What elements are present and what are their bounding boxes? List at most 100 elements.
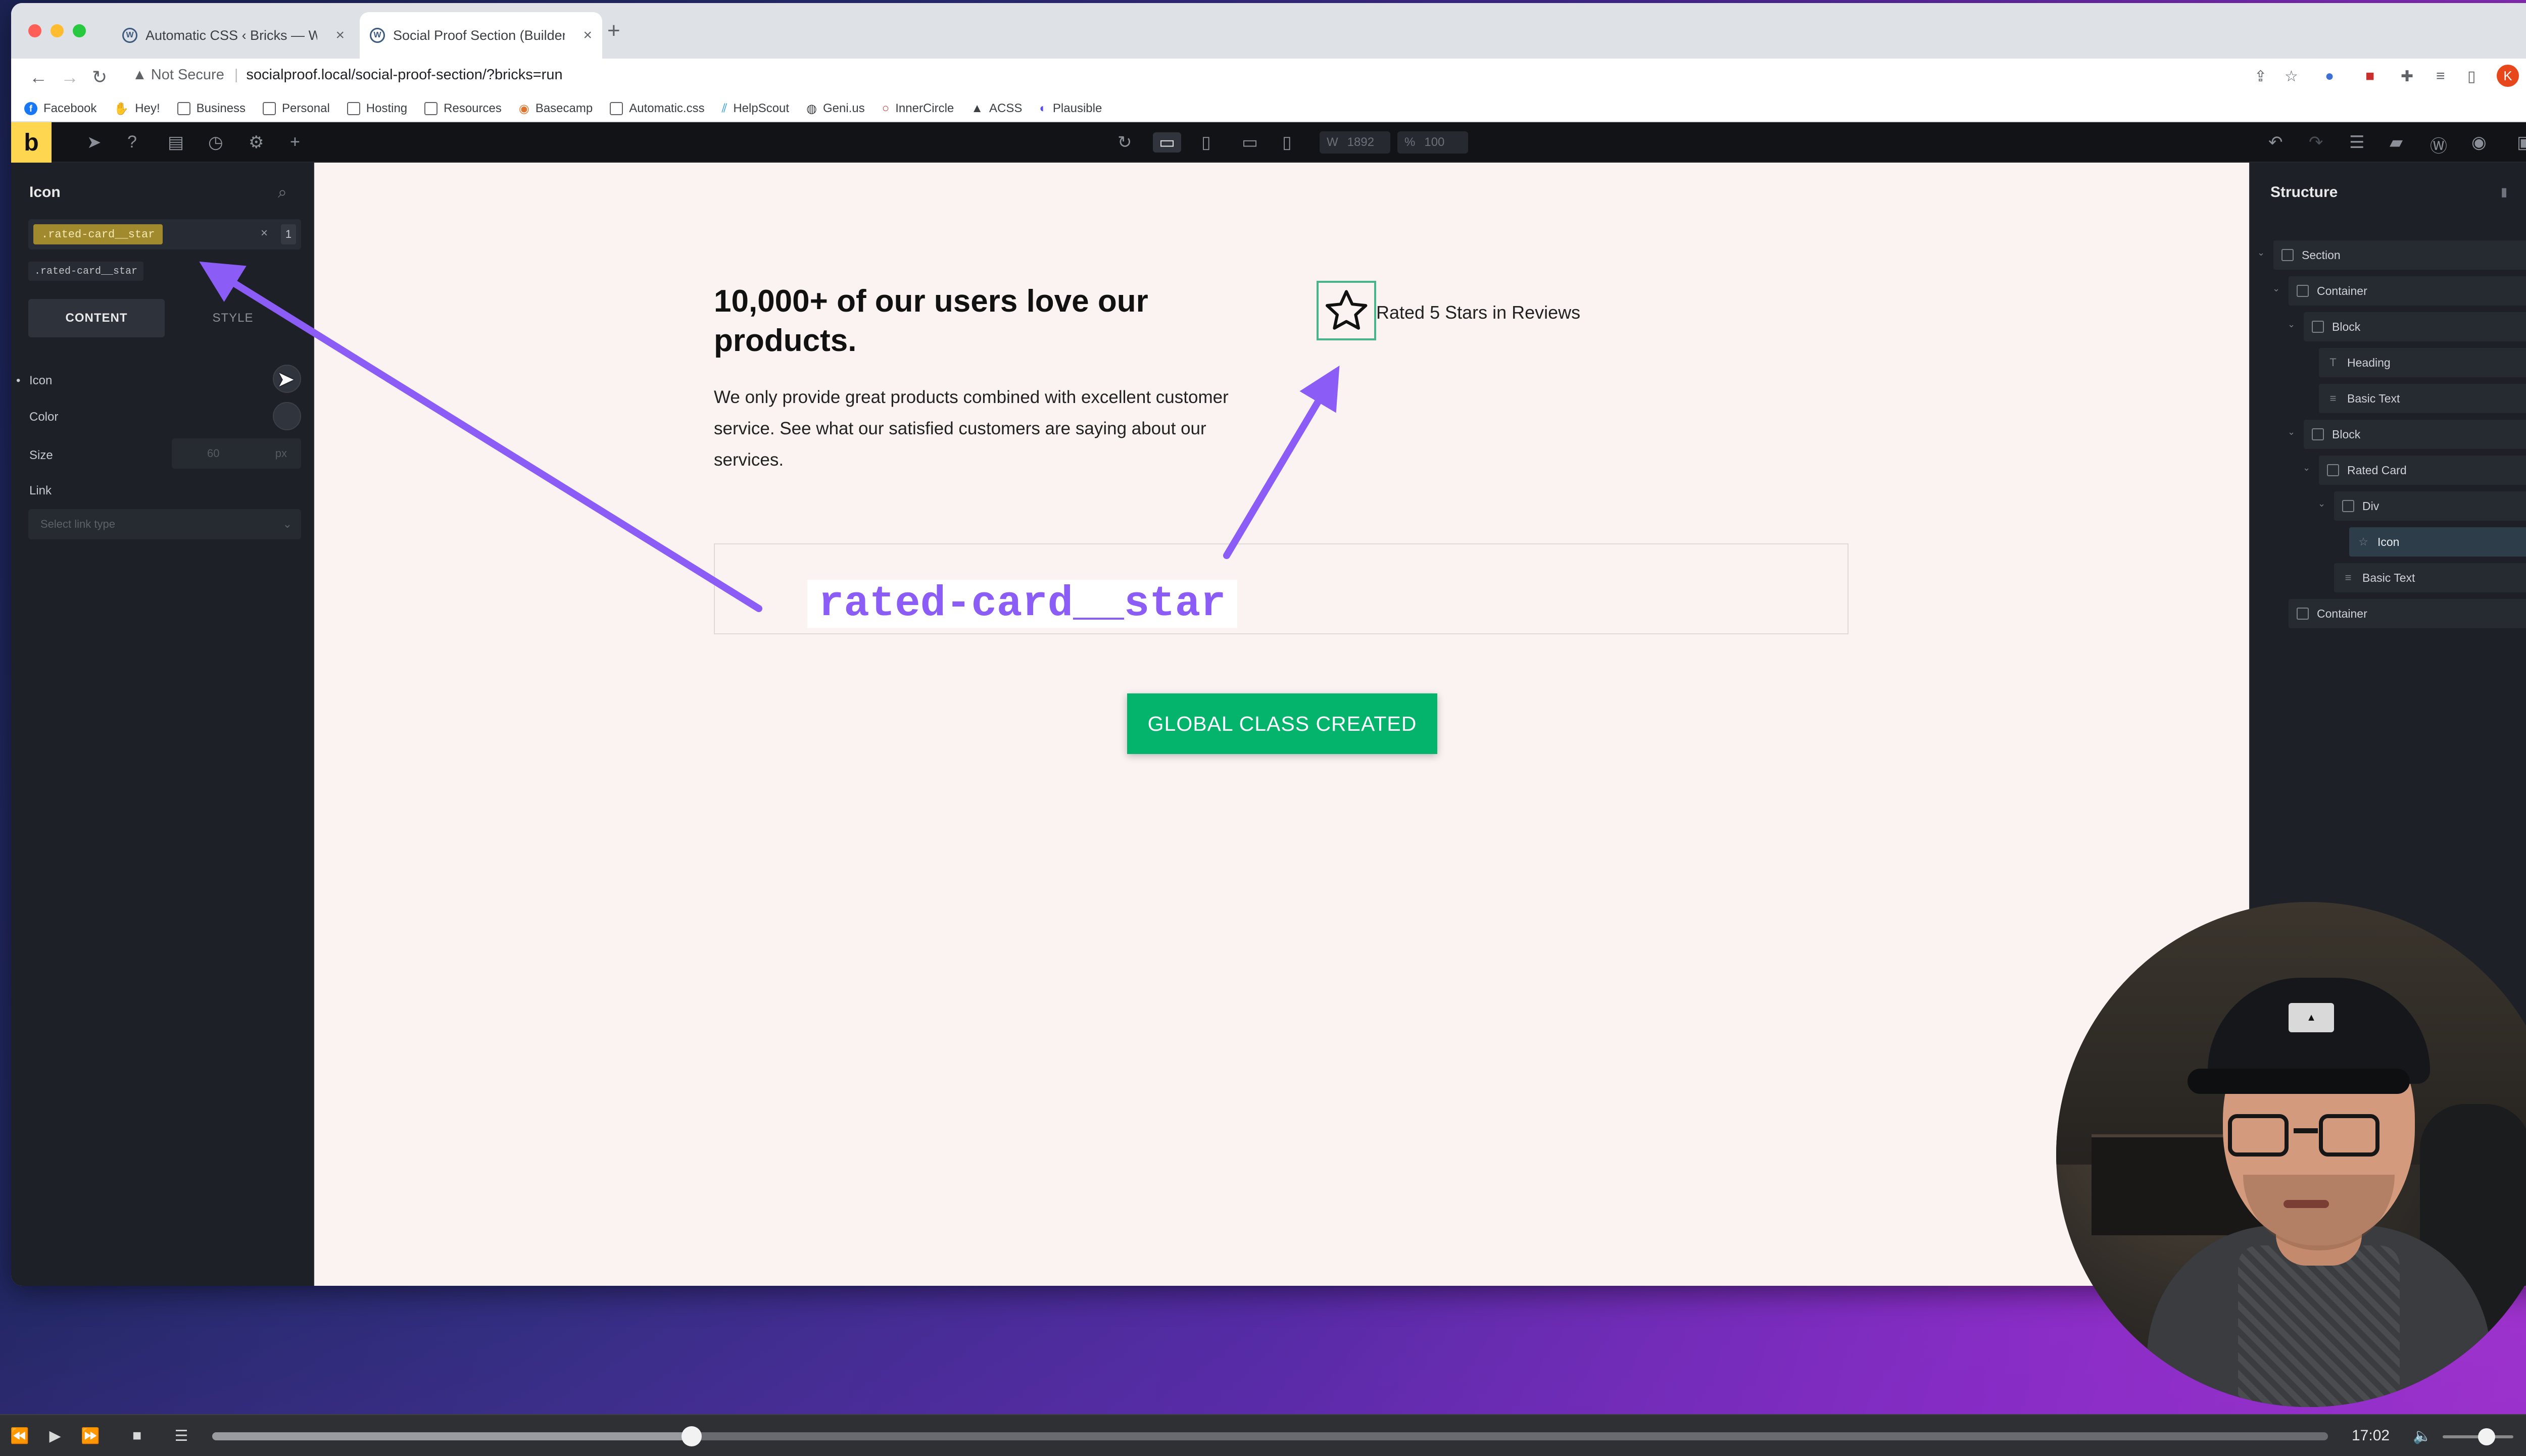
search-icon[interactable]: ⌕ bbox=[278, 183, 287, 202]
chapters-list-icon[interactable]: ☰ bbox=[169, 1423, 194, 1448]
tree-collapse-chevron-icon[interactable]: ⌄ bbox=[2303, 463, 2310, 473]
preview-eye-icon[interactable]: ◉ bbox=[2471, 132, 2487, 153]
refresh-preview-icon[interactable]: ↻ bbox=[1118, 132, 1132, 153]
bricks-logo[interactable]: b bbox=[11, 122, 52, 163]
delete-icon[interactable]: ▮ bbox=[2501, 185, 2507, 199]
cursor-select-icon[interactable]: ➤ bbox=[87, 132, 102, 153]
size-input[interactable]: 60 px bbox=[172, 438, 301, 469]
rated-card-text[interactable]: Rated 5 Stars in Reviews bbox=[1376, 302, 1580, 323]
tab-automatic-css[interactable]: W Automatic CSS ‹ Bricks — Wor × bbox=[112, 12, 355, 59]
canvas-zoom-field[interactable]: % 100 bbox=[1397, 131, 1468, 154]
play-icon[interactable]: ▶ bbox=[42, 1423, 68, 1448]
settings-gear-icon[interactable]: ⚙ bbox=[249, 132, 264, 153]
class-selector[interactable]: .rated-card__star × 1 bbox=[28, 219, 301, 249]
help-icon[interactable]: ? bbox=[127, 132, 137, 152]
structure-list-icon[interactable]: ☰ bbox=[2349, 132, 2364, 153]
video-progress-track[interactable] bbox=[212, 1432, 2328, 1440]
volume-low-icon[interactable]: 🔈 bbox=[2410, 1423, 2435, 1448]
templates-folder-icon[interactable]: ▰ bbox=[2390, 132, 2403, 153]
volume-high-icon[interactable]: 🔊 bbox=[2522, 1423, 2526, 1448]
remove-class-icon[interactable]: × bbox=[261, 226, 268, 240]
bookmark-facebook[interactable]: f Facebook bbox=[24, 102, 96, 116]
video-time: 17:02 bbox=[2352, 1427, 2390, 1444]
reading-list-icon[interactable]: ≡ bbox=[2436, 68, 2445, 85]
stop-icon[interactable]: ■ bbox=[124, 1423, 150, 1448]
size-value: 60 bbox=[207, 447, 220, 460]
profile-avatar[interactable]: K bbox=[2497, 65, 2519, 87]
link-type-select[interactable]: Select link type ⌄ bbox=[28, 509, 301, 539]
extension-lastpass-icon[interactable]: ■ bbox=[2365, 68, 2374, 85]
close-window-button[interactable] bbox=[28, 24, 41, 37]
star-icon-element[interactable] bbox=[1317, 281, 1376, 340]
canvas-width-field[interactable]: W 1892 bbox=[1320, 131, 1390, 154]
rewind-icon[interactable]: ⏪ bbox=[7, 1423, 32, 1448]
structure-item-icon[interactable]: ☆ Icon bbox=[2349, 527, 2526, 557]
back-arrow-icon[interactable]: ← bbox=[29, 67, 47, 88]
save-icon[interactable]: ▣ bbox=[2517, 132, 2526, 153]
pages-icon[interactable]: ▤ bbox=[168, 132, 184, 153]
tab-style[interactable]: STYLE bbox=[165, 299, 301, 337]
history-clock-icon[interactable]: ◷ bbox=[208, 132, 223, 153]
volume-knob[interactable] bbox=[2478, 1428, 2495, 1445]
structure-item-basic-text[interactable]: ≡ Basic Text bbox=[2334, 563, 2526, 592]
tab-social-proof-builder[interactable]: W Social Proof Section (Builder) × bbox=[360, 12, 602, 59]
section-heading[interactable]: 10,000+ of our users love our products. bbox=[714, 282, 1169, 361]
desktop-breakpoint-icon[interactable]: ▭ bbox=[1153, 132, 1182, 153]
tree-collapse-chevron-icon[interactable]: ⌄ bbox=[2288, 427, 2295, 437]
bookmark-hey[interactable]: ✋ Hey! bbox=[114, 102, 160, 116]
bookmark-personal[interactable]: Personal bbox=[263, 102, 330, 116]
section-paragraph[interactable]: We only provide great products combined … bbox=[714, 382, 1259, 476]
share-icon[interactable]: ⇪ bbox=[2254, 68, 2267, 85]
structure-item-container[interactable]: Container bbox=[2289, 599, 2526, 628]
tab-content[interactable]: CONTENT bbox=[28, 299, 165, 337]
mouse-cursor-icon: ➤ bbox=[277, 367, 295, 391]
structure-item-div[interactable]: Div bbox=[2334, 491, 2526, 521]
active-class-tag[interactable]: .rated-card__star bbox=[33, 224, 163, 244]
structure-item-block[interactable]: Block bbox=[2304, 312, 2526, 341]
url-field[interactable]: ▲ Not Secure | socialproof.local/social-pr… bbox=[132, 67, 563, 83]
bookmark-business[interactable]: Business bbox=[177, 102, 246, 116]
fast-forward-icon[interactable]: ⏩ bbox=[78, 1423, 103, 1448]
video-progress-knob[interactable] bbox=[682, 1426, 702, 1446]
new-tab-button[interactable]: + bbox=[607, 18, 620, 43]
extension-1password-icon[interactable]: ● bbox=[2325, 68, 2334, 85]
structure-item-basic-text[interactable]: ≡ Basic Text bbox=[2319, 384, 2526, 413]
class-suggestion[interactable]: .rated-card__star bbox=[28, 262, 144, 281]
bookmark-resources[interactable]: Resources bbox=[424, 102, 502, 116]
wordpress-icon: W bbox=[370, 28, 385, 43]
add-element-icon[interactable]: + bbox=[290, 132, 300, 152]
undo-icon[interactable]: ↶ bbox=[2268, 132, 2283, 153]
structure-item-rated-card[interactable]: Rated Card bbox=[2319, 456, 2526, 485]
reload-icon[interactable]: ↻ bbox=[92, 67, 107, 88]
bookmark-basecamp[interactable]: ◉ Basecamp bbox=[519, 102, 593, 116]
bookmark-hosting[interactable]: Hosting bbox=[347, 102, 407, 116]
redo-icon[interactable]: ↷ bbox=[2309, 132, 2323, 153]
bookmark-plausible[interactable]: ◐ Plausible bbox=[1039, 102, 1102, 116]
bookmark-helpscout[interactable]: ⫽ HelpScout bbox=[722, 102, 789, 116]
bookmark-automatic-css[interactable]: Automatic.css bbox=[610, 102, 705, 116]
structure-item-container[interactable]: Container bbox=[2289, 276, 2526, 306]
tree-collapse-chevron-icon[interactable]: ⌄ bbox=[2318, 498, 2325, 509]
bookmark-acss[interactable]: ▲ ACSS bbox=[971, 102, 1022, 116]
tree-collapse-chevron-icon[interactable]: ⌄ bbox=[2288, 319, 2295, 330]
color-picker-swatch[interactable] bbox=[273, 402, 301, 430]
wordpress-admin-icon[interactable]: Ⓦ bbox=[2430, 132, 2447, 157]
tree-collapse-chevron-icon[interactable]: ⌄ bbox=[2272, 283, 2280, 294]
tree-collapse-chevron-icon[interactable]: ⌄ bbox=[2257, 247, 2265, 258]
maximize-window-button[interactable] bbox=[73, 24, 86, 37]
mobile-landscape-icon[interactable]: ▭ bbox=[1242, 132, 1258, 153]
side-panel-icon[interactable]: ▯ bbox=[2467, 68, 2476, 85]
bookmark-innercircle[interactable]: ○ InnerCircle bbox=[882, 102, 954, 116]
structure-item-heading[interactable]: T Heading bbox=[2319, 348, 2526, 377]
structure-item-block[interactable]: Block bbox=[2304, 420, 2526, 449]
mobile-portrait-icon[interactable]: ▯ bbox=[1282, 132, 1292, 153]
extensions-puzzle-icon[interactable]: ✚ bbox=[2401, 68, 2413, 85]
forward-arrow-icon[interactable]: → bbox=[61, 67, 79, 88]
bookmark-star-icon[interactable]: ☆ bbox=[2285, 68, 2298, 85]
structure-item-section[interactable]: Section bbox=[2273, 240, 2526, 270]
tablet-breakpoint-icon[interactable]: ▯ bbox=[1201, 132, 1211, 153]
close-tab-icon[interactable]: × bbox=[335, 27, 345, 44]
minimize-window-button[interactable] bbox=[51, 24, 64, 37]
bookmark-geni-us[interactable]: ◍ Geni.us bbox=[806, 102, 865, 116]
close-tab-icon[interactable]: × bbox=[583, 27, 592, 44]
